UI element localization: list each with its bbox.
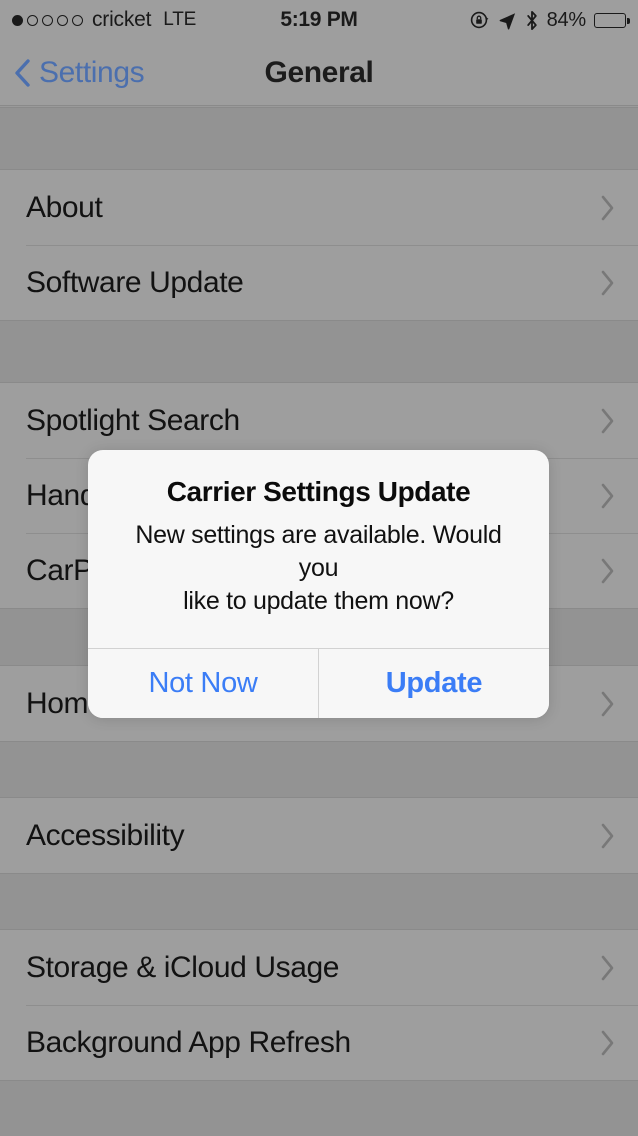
- list-item-label: Accessibility: [26, 818, 185, 852]
- list-item[interactable]: About: [0, 170, 638, 245]
- list-section-gap: [0, 320, 638, 383]
- update-button[interactable]: Update: [318, 649, 549, 718]
- list-section: About Software Update: [0, 170, 638, 320]
- list-item[interactable]: Background App Refresh: [0, 1005, 638, 1080]
- location-arrow-icon: [499, 12, 515, 30]
- list-section-gap: [0, 1080, 638, 1136]
- status-bar-left: cricket LTE: [12, 8, 196, 32]
- signal-dot-5: [72, 14, 83, 26]
- chevron-right-icon: [601, 691, 614, 716]
- chevron-right-icon: [601, 195, 614, 220]
- carrier-name: cricket: [92, 8, 152, 31]
- signal-dot-4: [57, 14, 68, 26]
- list-item[interactable]: Spotlight Search: [0, 383, 638, 458]
- list-item-label: Storage & iCloud Usage: [26, 950, 340, 984]
- battery-percentage: 84%: [546, 8, 587, 31]
- list-section-gap: [0, 107, 638, 170]
- chevron-right-icon: [601, 955, 614, 980]
- signal-dot-1: [12, 14, 23, 26]
- chevron-right-icon: [601, 483, 614, 508]
- rotation-lock-icon: [470, 11, 488, 29]
- chevron-right-icon: [601, 1030, 614, 1055]
- signal-dot-3: [42, 14, 53, 26]
- list-item[interactable]: Accessibility: [0, 798, 638, 873]
- signal-strength-dots: [12, 14, 83, 26]
- list-item-label: Software Update: [26, 265, 244, 299]
- list-section-gap: [0, 741, 638, 798]
- alert-message: New settings are available. Would you li…: [135, 521, 502, 615]
- network-type-label: LTE: [163, 9, 197, 30]
- not-now-button[interactable]: Not Now: [88, 649, 318, 718]
- list-item-label: Spotlight Search: [26, 403, 240, 437]
- iphone-screen: cricket LTE 5:19 PM 84% Settings General…: [0, 0, 638, 1136]
- back-button-label: Settings: [39, 55, 145, 89]
- alert-title: Carrier Settings Update: [166, 476, 471, 507]
- chevron-right-icon: [601, 823, 614, 848]
- list-section: Storage & iCloud Usage Background App Ref…: [0, 930, 638, 1080]
- chevron-right-icon: [601, 558, 614, 583]
- list-item-label: About: [26, 190, 103, 224]
- list-item[interactable]: Software Update: [0, 245, 638, 320]
- status-bar: cricket LTE 5:19 PM 84%: [0, 0, 638, 40]
- list-item-label: Background App Refresh: [26, 1025, 351, 1059]
- signal-dot-2: [27, 14, 38, 26]
- bluetooth-icon: [526, 10, 537, 30]
- alert-actions: Not Now Update: [88, 648, 549, 718]
- list-section-gap: [0, 873, 638, 930]
- alert-body: Carrier Settings Update New settings are…: [88, 450, 549, 648]
- chevron-left-icon: [15, 58, 30, 87]
- list-item[interactable]: Storage & iCloud Usage: [0, 930, 638, 1005]
- battery-icon: [594, 12, 630, 28]
- status-bar-right: 84%: [470, 8, 630, 32]
- back-button[interactable]: Settings: [0, 55, 145, 90]
- chevron-right-icon: [601, 408, 614, 433]
- list-section: Accessibility: [0, 798, 638, 873]
- carrier-settings-update-alert: Carrier Settings Update New settings are…: [88, 450, 549, 718]
- navigation-bar: Settings General: [0, 40, 638, 106]
- chevron-right-icon: [601, 270, 614, 295]
